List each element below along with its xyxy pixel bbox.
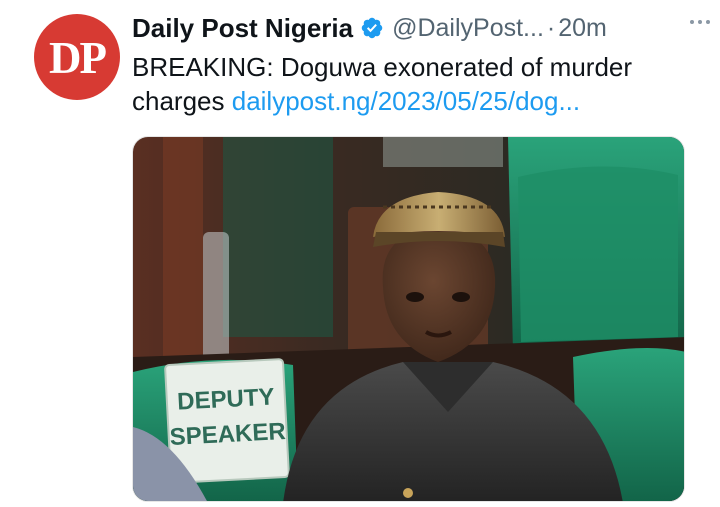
display-name[interactable]: Daily Post Nigeria [132,13,353,44]
robe-button [403,488,413,498]
background-pillar [163,137,203,367]
left-eye [406,292,424,302]
water-bottle [203,232,229,362]
separator-dot: · [546,13,556,42]
sign-line-1: DEPUTY [177,384,276,416]
chair-back [518,166,678,342]
verified-badge-icon [361,17,383,39]
right-eye [452,292,470,302]
handle[interactable]: @DailyPost... [392,14,544,43]
background-chairs [223,137,333,337]
avatar[interactable]: DP [34,14,120,100]
timestamp[interactable]: 20m [558,14,607,43]
tweet-text: BREAKING: Doguwa exonerated of murder ch… [132,50,692,118]
photo-illustration: DEPUTY SPEAKER [133,137,684,501]
more-dot [706,20,710,24]
tweet-link[interactable]: dailypost.ng/2023/05/25/dog... [232,86,580,116]
tweet-card[interactable]: DP Daily Post Nigeria @DailyPost... · 20… [0,0,720,507]
tweet-photo[interactable]: DEPUTY SPEAKER [132,136,685,502]
avatar-logo-text: DP [49,32,107,83]
background-light [383,137,503,167]
more-dot [698,20,702,24]
more-horizontal-icon[interactable] [690,12,710,32]
more-dot [690,20,694,24]
tweet-header: Daily Post Nigeria @DailyPost... · 20m [132,8,692,48]
